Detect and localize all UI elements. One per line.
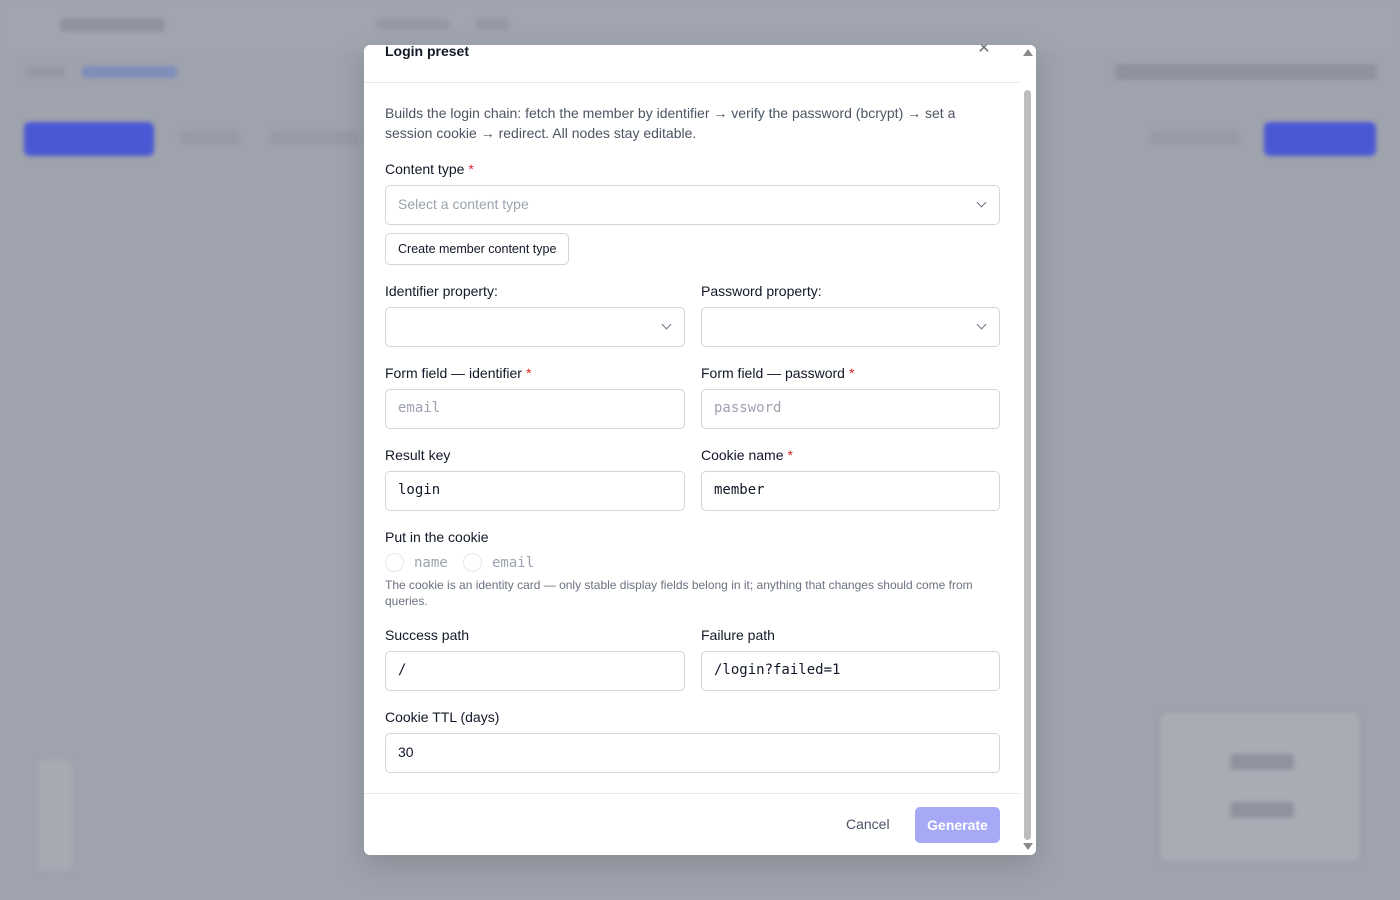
background-nav-item xyxy=(375,18,450,30)
required-marker: * xyxy=(468,161,474,177)
cookie-name-label-text: Cookie name xyxy=(701,447,784,463)
scroll-thumb[interactable] xyxy=(1024,90,1031,840)
cookie-ttl-value: 30 xyxy=(398,744,414,760)
cookie-ttl-input[interactable]: 30 xyxy=(385,733,1000,773)
modal-description: Builds the login chain: fetch the member… xyxy=(385,105,956,141)
required-marker: * xyxy=(787,447,793,463)
chevron-down-icon xyxy=(976,319,987,330)
background-logo xyxy=(60,18,165,32)
result-key-label: Result key xyxy=(385,447,451,463)
modal-footer: Cancel Generate xyxy=(364,793,1020,855)
cookie-contents-hint: The cookie is an identity card — only st… xyxy=(385,578,973,608)
failure-path-value: /login?failed=1 xyxy=(714,662,841,678)
background-topbar xyxy=(0,0,1400,50)
checkbox[interactable] xyxy=(463,553,482,572)
success-path-input[interactable]: / xyxy=(385,651,685,691)
background-toolbar-item xyxy=(1150,131,1240,145)
generate-button[interactable]: Generate xyxy=(915,807,1000,843)
background-header-text xyxy=(1115,64,1377,80)
result-key-input[interactable]: login xyxy=(385,471,685,511)
background-card-item xyxy=(1230,802,1294,818)
background-card xyxy=(1160,712,1360,862)
required-marker: * xyxy=(525,365,532,381)
form-field-password-label-text: Form field — password xyxy=(701,365,845,381)
login-preset-modal: Login preset ✕ Builds the login chain: f… xyxy=(364,45,1036,855)
chevron-down-icon xyxy=(976,197,987,208)
background-primary-button xyxy=(1264,122,1376,156)
background-card-item xyxy=(1230,754,1294,770)
checkbox[interactable] xyxy=(385,553,404,572)
chevron-down-icon xyxy=(661,319,672,330)
success-path-label: Success path xyxy=(385,627,470,643)
failure-path-label: Failure path xyxy=(701,627,775,643)
identifier-property-label: Identifier property: xyxy=(385,283,498,299)
modal-header: Login preset ✕ xyxy=(364,45,1020,83)
background-breadcrumb xyxy=(25,66,65,78)
cookie-name-input[interactable]: member xyxy=(701,471,1000,511)
background-toolbar-item xyxy=(180,131,240,145)
form-field-identifier-input[interactable]: email xyxy=(385,389,685,429)
scroll-up-arrow[interactable] xyxy=(1023,49,1033,56)
form-field-identifier-label-text: Form field — identifier xyxy=(385,365,522,381)
cookie-ttl-label: Cookie TTL (days) xyxy=(385,709,500,725)
cookie-name-label: Cookie name * xyxy=(701,447,793,463)
password-property-label: Password property: xyxy=(701,283,822,299)
cookie-option-email[interactable]: email xyxy=(463,553,534,572)
result-key-value: login xyxy=(398,482,441,498)
success-path-value: / xyxy=(398,662,407,678)
cookie-contents-label: Put in the cookie xyxy=(385,529,489,545)
create-member-content-type-button[interactable]: Create member content type xyxy=(385,233,570,265)
content-type-placeholder: Select a content type xyxy=(398,196,529,212)
modal-scrollbar[interactable] xyxy=(1020,45,1036,855)
cookie-option-name[interactable]: name xyxy=(385,553,448,572)
content-type-label: Content type * xyxy=(385,161,474,177)
cancel-button[interactable]: Cancel xyxy=(846,816,890,832)
background-primary-button xyxy=(24,122,154,156)
content-type-select[interactable]: Select a content type xyxy=(385,185,1000,225)
identifier-property-select[interactable] xyxy=(385,307,685,347)
modal-body: Builds the login chain: fetch the member… xyxy=(385,103,1000,143)
form-field-password-label: Form field — password * xyxy=(701,365,854,381)
background-breadcrumb xyxy=(82,66,177,78)
cookie-name-value: member xyxy=(714,482,765,498)
form-field-password-input[interactable]: password xyxy=(701,389,1000,429)
cookie-option-label: email xyxy=(492,554,535,571)
close-icon[interactable]: ✕ xyxy=(976,45,992,57)
required-marker: * xyxy=(848,365,855,381)
background-nav-item xyxy=(475,18,510,30)
failure-path-input[interactable]: /login?failed=1 xyxy=(701,651,1000,691)
background-rail xyxy=(38,760,72,870)
modal-title: Login preset xyxy=(385,45,470,59)
form-field-identifier-placeholder: email xyxy=(398,400,441,416)
content-type-label-text: Content type xyxy=(385,161,465,177)
background-toolbar-item xyxy=(270,131,360,145)
form-field-identifier-label: Form field — identifier * xyxy=(385,365,531,381)
cookie-option-label: name xyxy=(414,554,448,571)
password-property-select[interactable] xyxy=(701,307,1000,347)
form-field-password-placeholder: password xyxy=(714,400,782,416)
scroll-down-arrow[interactable] xyxy=(1023,843,1033,850)
